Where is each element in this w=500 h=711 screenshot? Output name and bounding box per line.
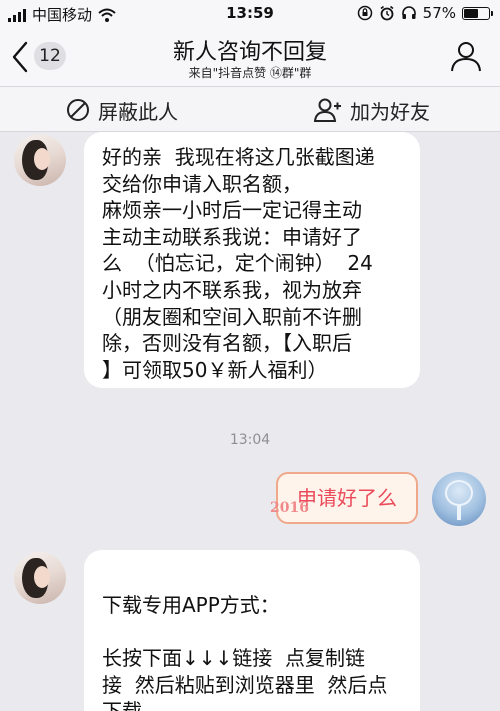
sender-avatar[interactable] — [14, 552, 66, 604]
outgoing-message-text: 申请好了么 — [297, 486, 397, 510]
add-user-icon — [314, 98, 341, 122]
block-user-label: 屏蔽此人 — [98, 99, 178, 124]
message-bubble-outgoing[interactable]: 申请好了么 2016 — [270, 472, 418, 524]
alarm-icon — [380, 5, 394, 21]
message-timestamp: 13:04 — [229, 432, 271, 448]
block-user-button[interactable]: 屏蔽此人 — [66, 95, 178, 125]
nav-bar: 12 新人咨询不回复 来自"抖音点赞 ⑭群"群 — [0, 28, 500, 86]
my-avatar[interactable] — [432, 472, 486, 526]
message-bubble-incoming[interactable]: 下载专用APP方式： 长按下面↓↓↓链接 点复制链 接 然后粘贴到浏览器里 然后… — [84, 550, 420, 711]
block-icon — [67, 99, 89, 121]
orientation-lock-icon — [357, 5, 372, 21]
message-bubble-incoming[interactable]: 好的亲 我现在将这几张截图递 交给你申请入职名额， 麻烦亲一小时后一定记得主动 … — [84, 132, 420, 388]
sender-avatar[interactable] — [14, 134, 66, 186]
action-bar: 屏蔽此人 加为好友 — [0, 86, 500, 132]
status-right: 57% — [357, 4, 493, 22]
add-friend-button[interactable]: 加为好友 — [314, 95, 430, 125]
profile-icon[interactable] — [450, 40, 482, 72]
battery-percent: 57% — [422, 4, 456, 22]
chat-title: 新人咨询不回复 — [172, 40, 327, 65]
headphones-icon — [401, 6, 416, 19]
bubble-decoration: 2016 — [270, 500, 309, 516]
status-bar: 中国移动 13:59 57% — [0, 0, 500, 28]
chat-subtitle: 来自"抖音点赞 ⑭群"群 — [188, 66, 312, 80]
battery-icon — [462, 6, 493, 20]
add-friend-label: 加为好友 — [350, 99, 430, 124]
